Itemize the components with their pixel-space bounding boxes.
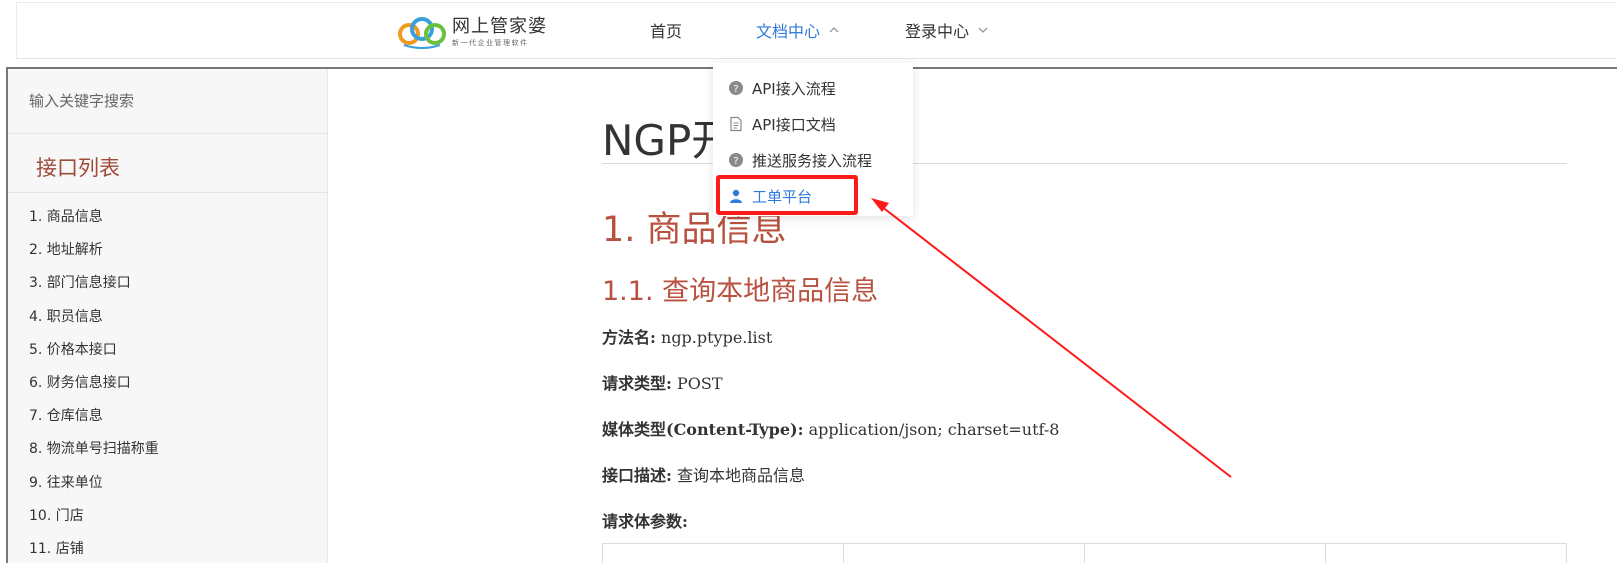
brand-subtitle: 新一代企业管理软件: [452, 38, 529, 47]
method-name: 方法名: ngp.ptype.list: [602, 328, 773, 347]
request-type: 请求类型: POST: [602, 374, 723, 393]
sidebar-item[interactable]: 2. 地址解析: [29, 240, 159, 273]
docs-dropdown-menu: ? API接入流程 API接口文档 ? 推送服务接入流程 工单平台: [713, 63, 913, 216]
question-circle-icon: ?: [729, 81, 743, 95]
menu-item-ticket-platform[interactable]: 工单平台: [713, 178, 913, 214]
sidebar-item[interactable]: 8. 物流单号扫描称重: [29, 439, 159, 472]
sidebar-item[interactable]: 9. 往来单位: [29, 473, 159, 506]
menu-item-label: 推送服务接入流程: [752, 151, 873, 170]
doc-content: NGP开 1. 商品信息 1.1. 查询本地商品信息 方法名: ngp.ptyp…: [328, 69, 1617, 563]
menu-item-label: API接口文档: [752, 115, 836, 134]
table-cell: [844, 544, 1085, 563]
sidebar-item[interactable]: 3. 部门信息接口: [29, 273, 159, 306]
svg-text:?: ?: [733, 156, 738, 167]
brand-title: 网上管家婆: [452, 15, 547, 37]
nav-login[interactable]: 登录中心: [905, 18, 989, 42]
sidebar-item[interactable]: 11. 店铺: [29, 539, 159, 563]
menu-item-label: API接入流程: [752, 79, 836, 98]
search-input[interactable]: 输入关键字搜索: [8, 69, 328, 134]
chevron-up-icon: [829, 27, 839, 33]
sidebar-item[interactable]: 10. 门店: [29, 506, 159, 539]
sidebar: 输入关键字搜索 接口列表 1. 商品信息 2. 地址解析 3. 部门信息接口 4…: [8, 69, 328, 563]
table-cell: [1085, 544, 1326, 563]
menu-item-push-service[interactable]: ? 推送服务接入流程: [713, 142, 913, 178]
sidebar-item[interactable]: 4. 职员信息: [29, 307, 159, 340]
params-table: [602, 543, 1567, 563]
sidebar-item[interactable]: 1. 商品信息: [29, 207, 159, 240]
sidebar-item[interactable]: 7. 仓库信息: [29, 406, 159, 439]
nav-docs[interactable]: 文档中心: [756, 18, 840, 42]
brand-logo[interactable]: 网上管家婆 新一代企业管理软件: [396, 14, 556, 50]
sidebar-section-title: 接口列表: [8, 135, 328, 193]
nav-home[interactable]: 首页: [650, 18, 682, 42]
document-icon: [730, 116, 742, 132]
menu-item-label: 工单平台: [752, 187, 813, 206]
api-description: 接口描述: 查询本地商品信息: [602, 466, 806, 485]
nav-docs-label: 文档中心: [756, 22, 821, 41]
svg-text:?: ?: [733, 84, 738, 95]
search-placeholder: 输入关键字搜索: [29, 92, 135, 110]
menu-item-api-flow[interactable]: ? API接入流程: [713, 70, 913, 106]
chevron-down-icon: [978, 27, 988, 33]
media-type: 媒体类型(Content-Type): application/json; ch…: [602, 420, 1060, 439]
subsection-heading: 1.1. 查询本地商品信息: [602, 276, 879, 307]
table-cell: [1326, 544, 1566, 563]
question-circle-icon: ?: [729, 153, 743, 167]
sidebar-item[interactable]: 5. 价格本接口: [29, 340, 159, 373]
menu-item-api-docs[interactable]: API接口文档: [713, 106, 913, 142]
nav-login-label: 登录中心: [905, 22, 970, 41]
nav-home-label: 首页: [650, 22, 683, 41]
cloud-logo-icon: [398, 17, 446, 49]
user-icon: [730, 189, 742, 203]
sidebar-item[interactable]: 6. 财务信息接口: [29, 373, 159, 406]
request-body-params: 请求体参数:: [602, 512, 688, 531]
api-list: 1. 商品信息 2. 地址解析 3. 部门信息接口 4. 职员信息 5. 价格本…: [29, 207, 159, 563]
table-cell: [603, 544, 844, 563]
